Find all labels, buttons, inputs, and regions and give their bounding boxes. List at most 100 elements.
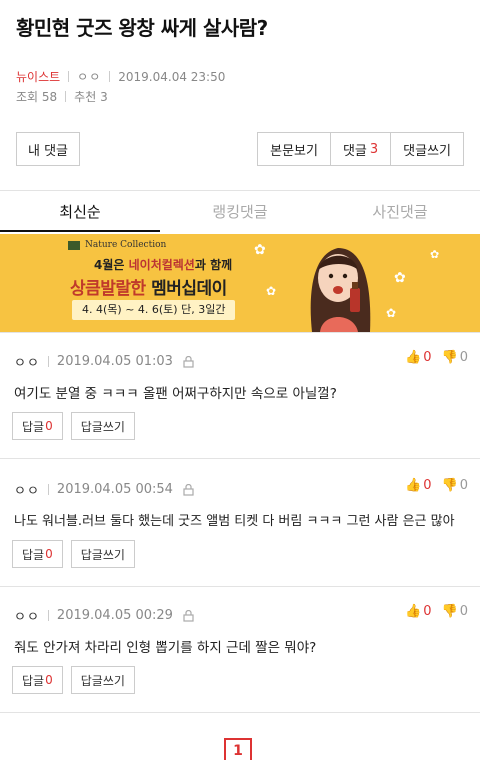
- divider: [0, 712, 480, 713]
- comment-votes: 👍 0 👎 0: [405, 478, 468, 493]
- thumbs-down-icon: 👎: [441, 604, 458, 619]
- report-icon[interactable]: [183, 355, 194, 368]
- my-comment-button[interactable]: 내 댓글: [16, 132, 80, 166]
- reply-button[interactable]: 답글 0: [12, 666, 63, 694]
- post-stats: 조회 58 추천 3: [16, 88, 108, 105]
- comment-actions: 답글 0 답글쓰기: [12, 540, 135, 568]
- divider: [0, 190, 480, 191]
- comment-sort-tabs: 최신순 랭킹댓글 사진댓글: [0, 194, 480, 232]
- report-icon[interactable]: [183, 483, 194, 496]
- flower-icon: ✿: [430, 248, 440, 261]
- upvote-button[interactable]: 👍 0: [405, 604, 431, 619]
- title-em: 상큼발랄한: [70, 279, 146, 299]
- tab-latest[interactable]: 최신순: [0, 194, 160, 232]
- brand-name: Nature Collection: [85, 240, 167, 250]
- post-meta: 뉴이스트 ㅇㅇ 2019.04.04 23:50: [16, 68, 225, 85]
- tab-photo[interactable]: 사진댓글: [320, 194, 480, 232]
- divider: [47, 484, 49, 495]
- comment-text: 여기도 분열 중 ㅋㅋㅋ 올팬 어쩌구하지만 속으로 아닐껄?: [14, 386, 337, 402]
- comment-datetime: 2019.04.05 01:03: [56, 354, 173, 369]
- headline-pre: 4월은: [94, 258, 129, 272]
- downvote-button[interactable]: 👎 0: [442, 350, 468, 365]
- comment-text: 나도 워너블.러브 둘다 했는데 굿즈 앨범 티켓 다 버림 ㅋㅋㅋ 그런 사람…: [14, 514, 455, 529]
- comment-actions: 답글 0 답글쓰기: [12, 666, 135, 694]
- reply-count: 0: [45, 419, 53, 433]
- view-post-button[interactable]: 본문보기: [258, 133, 331, 165]
- downvote-count: 0: [459, 478, 468, 493]
- banner-brand: Nature Collection: [68, 240, 166, 250]
- comment-votes: 👍 0 👎 0: [405, 604, 468, 619]
- comment-datetime: 2019.04.05 00:29: [56, 608, 173, 623]
- divider: [0, 586, 480, 587]
- thumbs-down-icon: 👎: [441, 478, 458, 493]
- comment-header: ㅇㅇ 2019.04.05 01:03: [14, 352, 194, 371]
- banner-title: 상큼발랄한 멤버십데이: [70, 274, 227, 299]
- downvote-count: 0: [459, 350, 468, 365]
- upvote-count: 0: [423, 350, 432, 365]
- report-icon[interactable]: [183, 609, 194, 622]
- headline-post: 과 함께: [194, 258, 233, 272]
- reply-label: 답글: [22, 547, 45, 562]
- comment-header: ㅇㅇ 2019.04.05 00:29: [14, 606, 194, 625]
- write-comment-button[interactable]: 댓글쓰기: [391, 133, 463, 165]
- comments-label: 댓글: [342, 143, 367, 159]
- flower-icon: ✿: [394, 270, 406, 286]
- comment-text: 줘도 안가져 차라리 인형 뽑기를 하지 근데 짤은 뭐야?: [14, 640, 317, 656]
- write-reply-button[interactable]: 답글쓰기: [70, 540, 135, 568]
- reply-count: 0: [45, 673, 53, 687]
- brand-logo-icon: [68, 240, 80, 250]
- divider: [47, 356, 49, 367]
- divider: [68, 71, 70, 82]
- reply-label: 답글: [22, 673, 45, 688]
- banner-period: 4. 4(목) ~ 4. 6(토) 단, 3일간: [72, 300, 236, 320]
- upvote-count: 0: [423, 478, 432, 493]
- upvote-button[interactable]: 👍 0: [405, 350, 431, 365]
- author-name: ㅇㅇ: [77, 70, 102, 84]
- write-reply-button[interactable]: 답글쓰기: [70, 666, 135, 694]
- thumbs-up-icon: 👍: [405, 604, 422, 619]
- upvote-count: 0: [423, 604, 432, 619]
- comment-actions: 답글 0 답글쓰기: [12, 412, 135, 440]
- reply-label: 답글: [22, 419, 45, 434]
- downvote-count: 0: [459, 604, 468, 619]
- comment-votes: 👍 0 👎 0: [405, 350, 468, 365]
- page-1-button[interactable]: 1: [224, 738, 252, 760]
- comment-author: ㅇㅇ: [14, 484, 40, 499]
- upvote-button[interactable]: 👍 0: [405, 478, 431, 493]
- downvote-button[interactable]: 👎 0: [442, 478, 468, 493]
- reply-count: 0: [45, 547, 53, 561]
- flower-icon: ✿: [266, 284, 277, 298]
- view-count: 조회 58: [16, 90, 58, 104]
- title-post: 멤버십데이: [145, 279, 227, 299]
- divider: [0, 458, 480, 459]
- reply-button[interactable]: 답글 0: [12, 540, 63, 568]
- ad-banner[interactable]: Nature Collection 4월은 네이처컬렉션과 함께 상큼발랄한 멤…: [0, 234, 480, 332]
- comments-count: 3: [369, 141, 379, 157]
- recommend-count: 추천 3: [74, 90, 108, 104]
- reply-button[interactable]: 답글 0: [12, 412, 63, 440]
- comment-datetime: 2019.04.05 00:54: [56, 482, 173, 497]
- board-name[interactable]: 뉴이스트: [16, 68, 60, 85]
- model-photo: [310, 248, 371, 332]
- thumbs-up-icon: 👍: [405, 478, 422, 493]
- post-title: 황민현 굿즈 왕창 싸게 살사람?: [16, 16, 268, 40]
- tab-ranking[interactable]: 랭킹댓글: [160, 194, 320, 232]
- write-reply-button[interactable]: 답글쓰기: [70, 412, 135, 440]
- banner-headline: 4월은 네이처컬렉션과 함께: [94, 256, 232, 273]
- flower-icon: ✿: [254, 242, 266, 258]
- comment-header: ㅇㅇ 2019.04.05 00:54: [14, 480, 194, 499]
- divider: [0, 332, 480, 333]
- downvote-button[interactable]: 👎 0: [442, 604, 468, 619]
- post-datetime: 2019.04.04 23:50: [118, 69, 226, 84]
- comment-author: ㅇㅇ: [14, 356, 40, 371]
- comments-button[interactable]: 댓글 3: [331, 133, 392, 165]
- thumbs-down-icon: 👎: [441, 350, 458, 365]
- post-action-group: 본문보기 댓글 3 댓글쓰기: [257, 132, 464, 166]
- comment-author: ㅇㅇ: [14, 610, 40, 625]
- flower-icon: ✿: [386, 306, 397, 320]
- divider: [65, 91, 67, 102]
- divider: [109, 71, 111, 82]
- thumbs-up-icon: 👍: [405, 350, 422, 365]
- headline-brand: 네이처컬렉션: [128, 258, 195, 272]
- divider: [47, 610, 49, 621]
